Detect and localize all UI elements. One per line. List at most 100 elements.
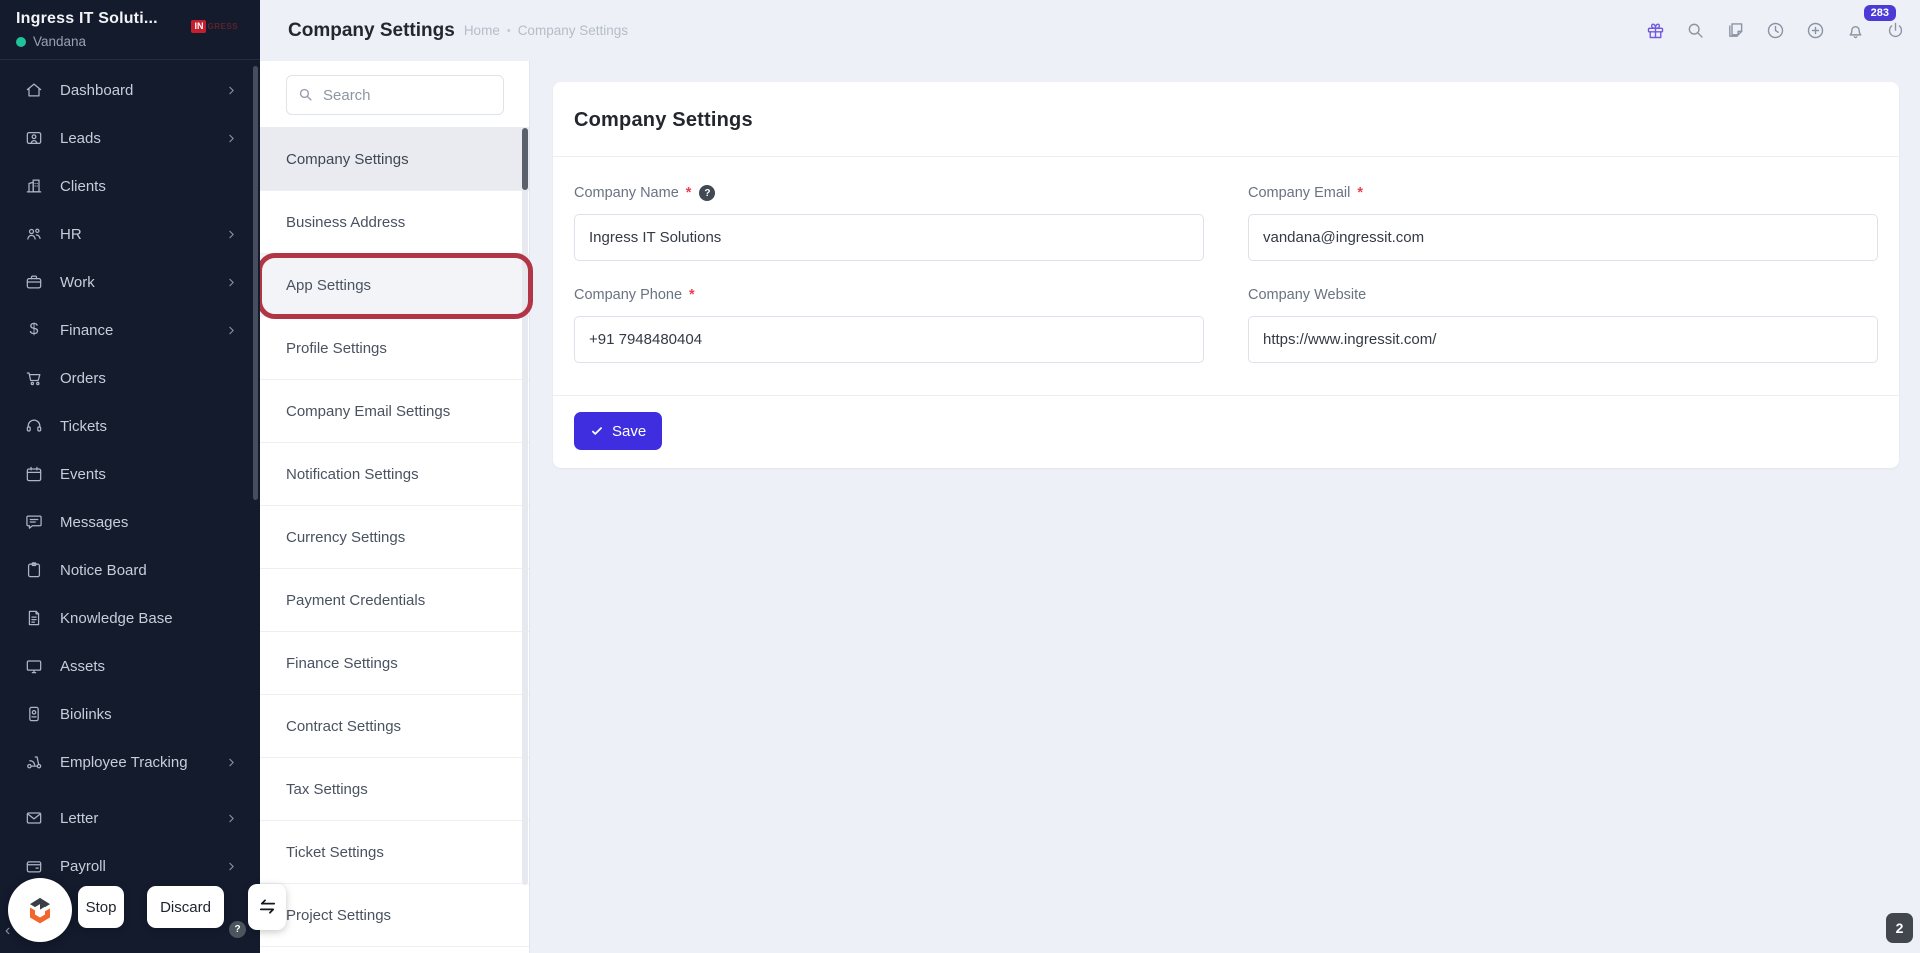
sidebar-item-dashboard[interactable]: Dashboard <box>0 66 260 114</box>
company-settings-card: Company Settings Company Name * ? Compan… <box>553 82 1899 468</box>
sidebar-item-work[interactable]: Work <box>0 258 260 306</box>
topbar: Company Settings Home • Company Settings… <box>260 0 1920 61</box>
breadcrumb-home[interactable]: Home <box>464 23 500 38</box>
save-button[interactable]: Save <box>574 412 663 450</box>
page-title: Company Settings <box>288 19 455 41</box>
check-icon <box>592 427 602 435</box>
people-icon <box>24 224 44 244</box>
sidebar-item-knowledge-base[interactable]: Knowledge Base <box>0 594 260 642</box>
sidebar-item-employee-tracking[interactable]: Employee Tracking <box>0 738 260 786</box>
tab-count-badge: 2 <box>1886 913 1913 943</box>
company-name-label: Company Name * ? <box>574 185 1204 201</box>
settings-scrollbar-track[interactable] <box>522 128 528 885</box>
scooter-icon <box>24 752 44 772</box>
settings-nav-notification-settings[interactable]: Notification Settings <box>260 443 529 506</box>
gift-icon[interactable] <box>1645 20 1666 41</box>
company-phone-input[interactable] <box>574 316 1204 363</box>
monitor-icon <box>24 656 44 676</box>
chevron-right-icon <box>225 132 238 145</box>
discard-button[interactable]: Discard <box>147 886 224 928</box>
sidebar-item-hr[interactable]: HR <box>0 210 260 258</box>
company-logo: IN GRESS <box>191 20 238 33</box>
history-icon[interactable] <box>1765 20 1786 41</box>
buildings-icon <box>24 176 44 196</box>
sidebar-scrollbar[interactable] <box>253 66 258 500</box>
settings-nav-tax-settings[interactable]: Tax Settings <box>260 758 529 821</box>
bell-icon[interactable] <box>1845 20 1866 41</box>
required-asterisk: * <box>1357 185 1363 201</box>
sidebar-item-clients[interactable]: Clients <box>0 162 260 210</box>
settings-nav-currency-settings[interactable]: Currency Settings <box>260 506 529 569</box>
sidebar-header[interactable]: Ingress IT Soluti... Vandana IN GRESS <box>0 0 260 60</box>
sidebar-nav: Dashboard Leads Clients HR Work $ Financ… <box>0 66 260 890</box>
main-content: Company Settings Company Name * ? Compan… <box>530 61 1920 953</box>
company-email-field: Company Email * <box>1248 185 1878 261</box>
sidebar-item-assets[interactable]: Assets <box>0 642 260 690</box>
home-icon <box>24 80 44 100</box>
sidebar-item-biolinks[interactable]: Biolinks <box>0 690 260 738</box>
briefcase-icon <box>24 272 44 292</box>
search-icon[interactable] <box>1685 20 1706 41</box>
dollar-icon: $ <box>29 321 39 338</box>
settings-nav-list: Company Settings Business Address App Se… <box>260 128 529 947</box>
company-website-input[interactable] <box>1248 316 1878 363</box>
company-website-label: Company Website <box>1248 287 1367 303</box>
notes-icon[interactable] <box>1725 20 1746 41</box>
settings-search-input[interactable] <box>286 75 504 115</box>
chevron-right-icon <box>225 228 238 241</box>
notification-count-badge[interactable]: 283 <box>1863 5 1896 21</box>
card-title: Company Settings <box>574 109 753 131</box>
stop-button[interactable]: Stop <box>78 886 124 928</box>
cart-icon <box>24 368 44 388</box>
settings-scrollbar-thumb[interactable] <box>522 128 528 190</box>
company-email-input[interactable] <box>1248 214 1878 261</box>
settings-nav-company-settings[interactable]: Company Settings <box>260 128 529 191</box>
settings-nav-business-address[interactable]: Business Address <box>260 191 529 254</box>
sidebar-item-notice-board[interactable]: Notice Board <box>0 546 260 594</box>
recorder-logo-button[interactable] <box>8 878 72 942</box>
screen: Ingress IT Soluti... Vandana IN GRESS Da… <box>0 0 1920 953</box>
help-bubble[interactable]: ? <box>229 921 246 938</box>
card-header: Company Settings <box>553 82 1899 157</box>
company-settings-form: Company Name * ? Company Email * Compa <box>553 157 1899 395</box>
document-icon <box>24 608 44 628</box>
main-sidebar: Ingress IT Soluti... Vandana IN GRESS Da… <box>0 0 260 953</box>
company-website-field: Company Website <box>1248 287 1878 363</box>
settings-nav-payment-credentials[interactable]: Payment Credentials <box>260 569 529 632</box>
sidebar-item-finance[interactable]: $ Finance <box>0 306 260 354</box>
settings-nav-project-settings[interactable]: Project Settings <box>260 884 529 947</box>
power-icon[interactable] <box>1885 20 1906 41</box>
wallet-icon <box>24 856 44 876</box>
company-email-label: Company Email * <box>1248 185 1363 201</box>
sidebar-item-leads[interactable]: Leads <box>0 114 260 162</box>
sidebar-item-tickets[interactable]: Tickets <box>0 402 260 450</box>
sidebar-item-orders[interactable]: Orders <box>0 354 260 402</box>
sidebar-item-events[interactable]: Events <box>0 450 260 498</box>
settings-nav-finance-settings[interactable]: Finance Settings <box>260 632 529 695</box>
search-icon <box>297 86 314 103</box>
swap-button[interactable] <box>248 884 286 930</box>
settings-nav-company-email-settings[interactable]: Company Email Settings <box>260 380 529 443</box>
plus-circle-icon[interactable] <box>1805 20 1826 41</box>
envelope-icon <box>24 808 44 828</box>
headset-icon <box>24 416 44 436</box>
card-footer: Save <box>553 395 1899 468</box>
sidebar-item-letter[interactable]: Letter <box>0 794 260 842</box>
chat-icon <box>24 512 44 532</box>
chevron-right-icon <box>225 812 238 825</box>
calendar-icon <box>24 464 44 484</box>
chevron-right-icon <box>225 84 238 97</box>
help-icon[interactable]: ? <box>699 185 716 201</box>
collapse-chevron-icon[interactable]: ‹ <box>5 923 10 939</box>
user-name: Vandana <box>33 34 87 49</box>
required-asterisk: * <box>689 287 695 303</box>
sidebar-item-messages[interactable]: Messages <box>0 498 260 546</box>
settings-nav-contract-settings[interactable]: Contract Settings <box>260 695 529 758</box>
settings-nav-ticket-settings[interactable]: Ticket Settings <box>260 821 529 884</box>
settings-nav-app-settings[interactable]: App Settings <box>260 254 529 317</box>
lead-card-icon <box>24 128 44 148</box>
company-name-input[interactable] <box>574 214 1204 261</box>
chevron-right-icon <box>225 860 238 873</box>
breadcrumb-current: Company Settings <box>517 23 628 38</box>
settings-nav-profile-settings[interactable]: Profile Settings <box>260 317 529 380</box>
